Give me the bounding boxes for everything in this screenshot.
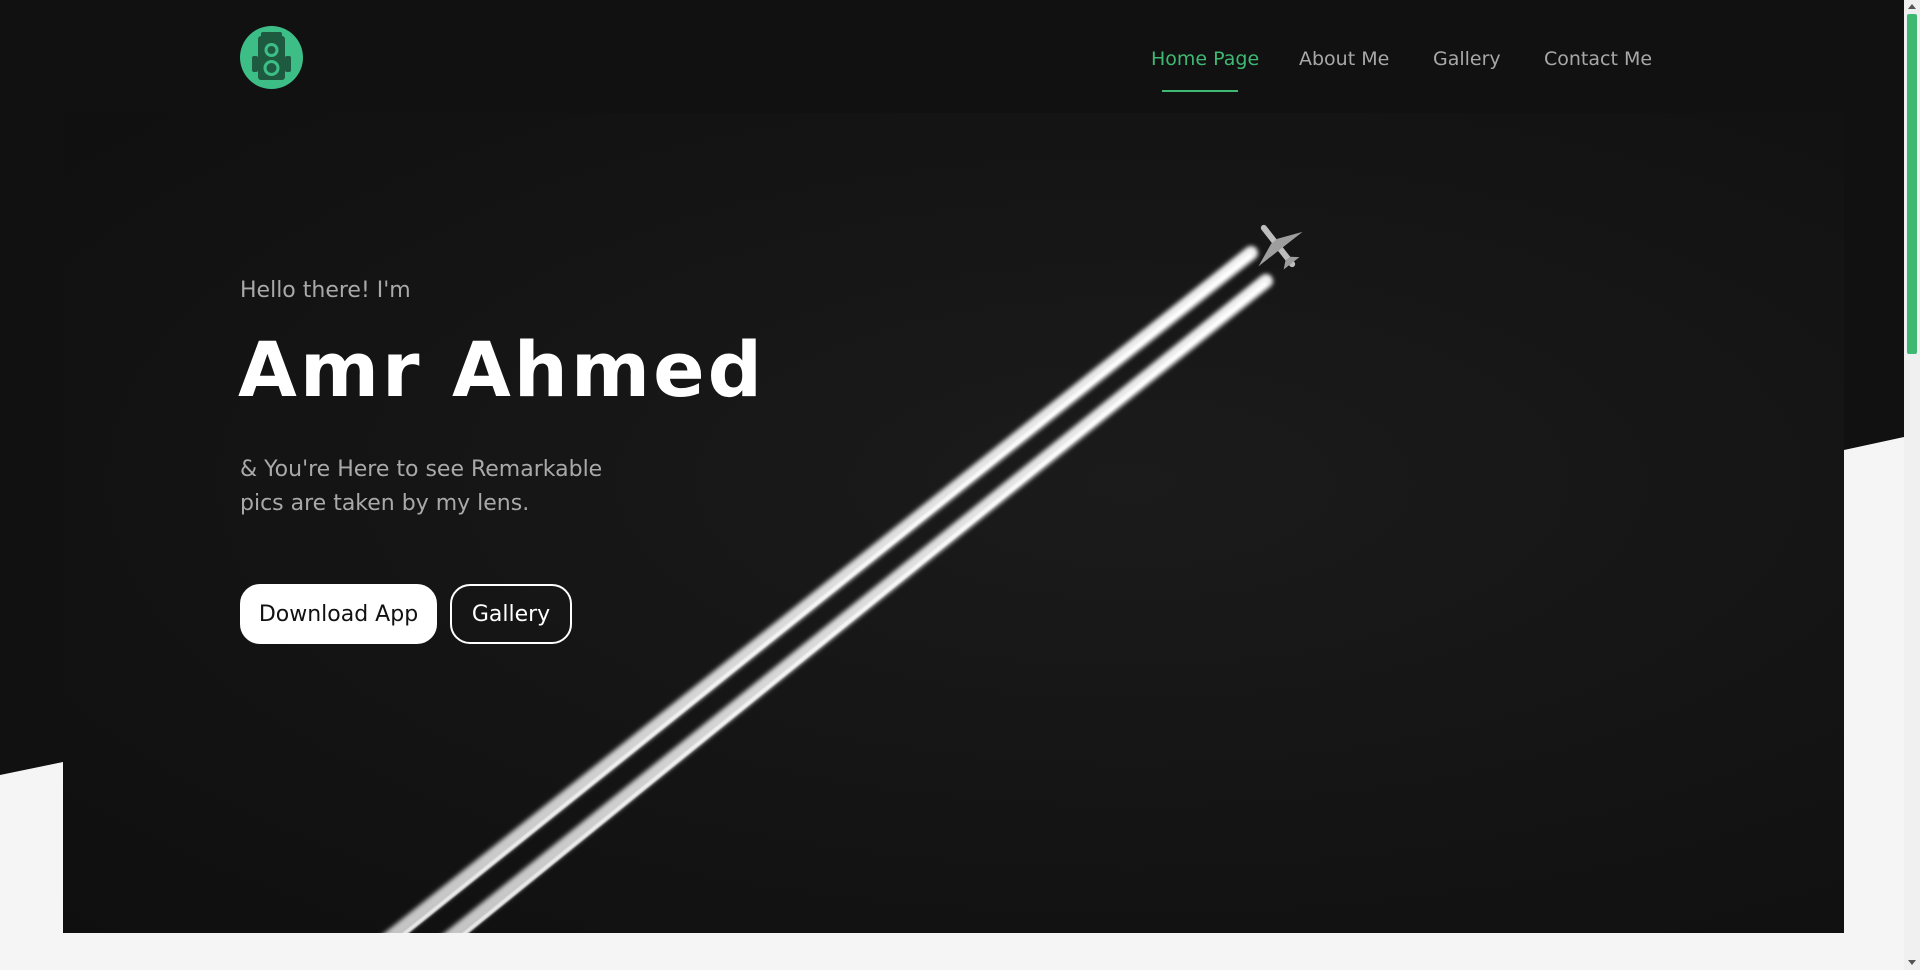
nav-contact[interactable]: Contact Me [1544,48,1652,70]
hero-tagline: & You're Here to see Remarkable pics are… [240,457,603,516]
scroll-down-arrow-icon[interactable] [1908,960,1916,965]
bottom-strip [0,933,1904,970]
right-diagonal-shape [1844,437,1904,970]
page-scrollbar[interactable] [1904,0,1920,970]
download-app-button[interactable]: Download App [240,584,437,644]
nav-about[interactable]: About Me [1299,48,1389,70]
airplane-contrails-image [384,224,1303,933]
nav-home[interactable]: Home Page [1151,48,1259,70]
hero-intro: Hello there! I'm [240,278,411,303]
main-nav: Home Page About Me Gallery Contact Me [0,48,1904,88]
scroll-up-arrow-icon[interactable] [1908,4,1916,9]
site-header: Home Page About Me Gallery Contact Me [0,0,1904,113]
nav-active-underline [1162,90,1238,92]
gallery-button[interactable]: Gallery [450,584,572,644]
airplane-icon [1258,224,1303,270]
page: Home Page About Me Gallery Contact Me He… [0,0,1920,970]
nav-gallery[interactable]: Gallery [1433,48,1501,70]
hero-section [63,113,1844,933]
hero-name: Amr Ahmed [238,325,766,414]
scroll-thumb[interactable] [1907,14,1917,354]
